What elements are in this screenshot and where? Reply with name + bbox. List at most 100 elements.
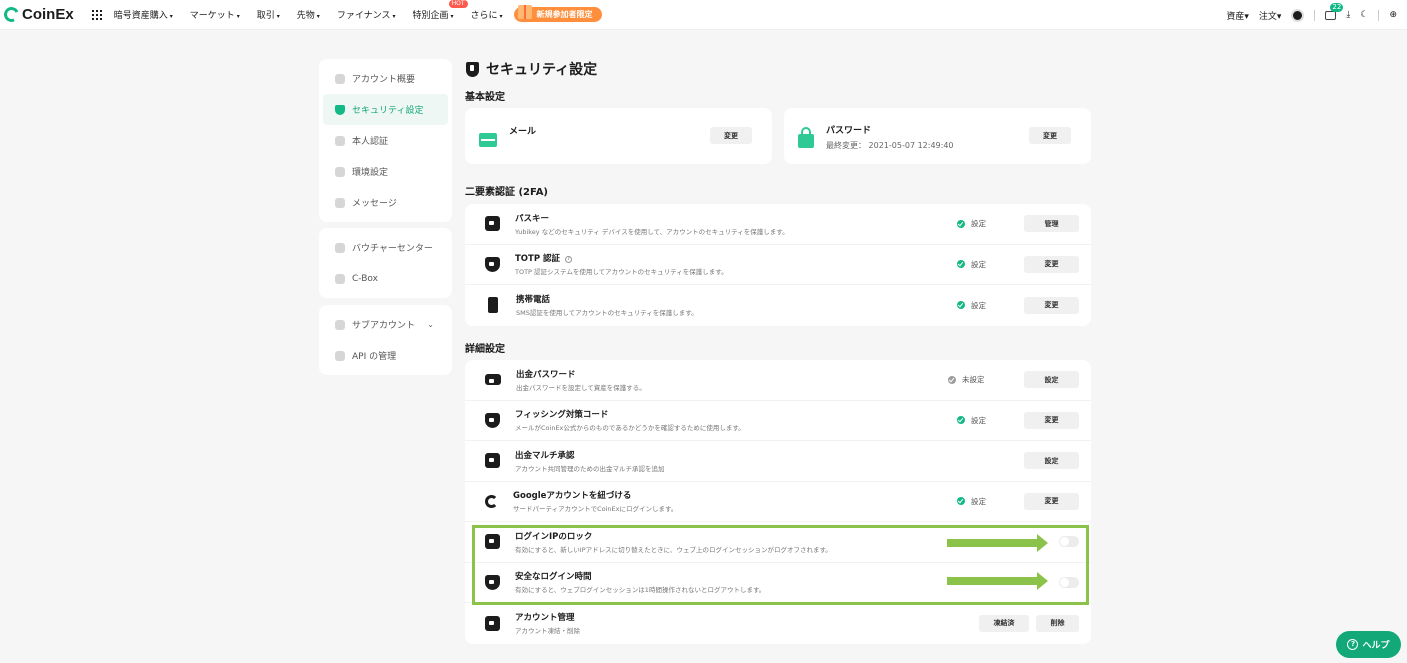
- sidebar-item-security[interactable]: セキュリティ設定: [323, 94, 448, 125]
- check-icon: [957, 301, 965, 310]
- sidebar-item-voucher-center[interactable]: バウチャーセンター: [323, 232, 448, 263]
- document-search-icon: [485, 453, 500, 469]
- nav-market[interactable]: マーケット ▾: [190, 8, 240, 21]
- phone-change-button[interactable]: 変更: [1024, 296, 1079, 314]
- withdraw-password-set-button[interactable]: 設定: [1024, 371, 1079, 389]
- check-icon: [957, 260, 965, 269]
- nav-more[interactable]: さらに ▾: [471, 8, 503, 21]
- password-label: パスワード: [826, 126, 872, 136]
- highlight-box: [472, 525, 1089, 605]
- password-last-changed: 最終変更： 2021-05-07 12:49:40: [826, 141, 954, 150]
- nav-futures[interactable]: 先物 ▾: [297, 8, 320, 21]
- promo-banner[interactable]: 新規参加者限定: [513, 4, 602, 22]
- sidebar-group-account: アカウント概要 セキュリティ設定 本人認証 環境設定 メッセージ: [319, 59, 452, 222]
- voucher-icon: [335, 242, 345, 253]
- passkey-manage-button[interactable]: 管理: [1024, 215, 1079, 233]
- nav-buy-crypto[interactable]: 暗号資産購入 ▾: [114, 8, 173, 21]
- theme-moon-icon[interactable]: ☾: [1360, 10, 1368, 20]
- id-icon: [335, 135, 345, 146]
- chevron-down-icon: ⌄: [427, 320, 434, 329]
- account-user-icon: [485, 615, 500, 631]
- list-item-google-link: Googleアカウントを紐づける サードパーティアカウントでCoinExにログイン…: [465, 482, 1091, 522]
- list-item-phone: 携帯電話 SMS認証を使用してアカウントのセキュリティを保護します。 設定 変更: [465, 285, 1091, 326]
- nav-special[interactable]: 特別企画 ▾ HOT: [412, 0, 468, 21]
- mail-icon: [479, 133, 497, 147]
- sidebar-item-account-overview[interactable]: アカウント概要: [323, 63, 448, 94]
- top-nav: CoinEx 暗号資産購入 ▾ マーケット ▾ 取引 ▾ 先物 ▾ ファイナンス ▾ 特別…: [0, 0, 1407, 30]
- sidebar-item-cbox[interactable]: C-Box: [323, 263, 448, 294]
- nav-finance[interactable]: ファイナンス ▾: [337, 8, 396, 21]
- email-change-button[interactable]: 変更: [710, 127, 752, 144]
- twofa-list: パスキー Yubikey などのセキュリティ デバイスを使用して、アカウントのセキ…: [465, 204, 1091, 326]
- download-icon[interactable]: ⤓: [1346, 10, 1350, 20]
- coinex-logo[interactable]: CoinEx: [1, 4, 74, 25]
- users-icon: [335, 319, 345, 330]
- nav-assets[interactable]: 資産▾: [1226, 9, 1249, 22]
- nav-menu: 暗号資産購入 ▾ マーケット ▾ 取引 ▾ 先物 ▾ ファイナンス ▾ 特別企画 ▾ HOT …: [114, 0, 602, 22]
- sidebar-item-preferences[interactable]: 環境設定: [323, 156, 448, 187]
- nav-right: 資産▾ 注文▾ 22 ⤓ ☾ ⊕: [1226, 0, 1407, 30]
- list-item-anti-phishing: フィッシング対策コード メールがCoinEx公式からのものであるかどうかを確認する…: [465, 401, 1091, 441]
- sidebar-item-messages[interactable]: メッセージ: [323, 187, 448, 218]
- passkey-lock-icon: [485, 216, 500, 232]
- gear-icon: [335, 166, 345, 177]
- google-change-button[interactable]: 変更: [1024, 492, 1079, 510]
- list-item-withdraw-password: 出金パスワード 出金パスワードを設定して資産を保護する。 未設定 設定: [465, 360, 1091, 401]
- message-count-badge: 22: [1330, 2, 1344, 12]
- totp-lock-icon: [485, 256, 500, 272]
- apps-grid-icon[interactable]: [91, 9, 102, 20]
- question-icon: ?: [1347, 639, 1359, 650]
- shield-icon: [335, 104, 345, 115]
- list-item-multi-approval: 出金マルチ承認 アカウント共同管理のための出金マルチ承認を追加 設定: [465, 441, 1091, 482]
- card-icon: [485, 374, 501, 386]
- nav-trade[interactable]: 取引 ▾: [257, 8, 280, 21]
- mail-icon: [335, 197, 345, 208]
- gift-icon: [517, 4, 532, 19]
- password-change-button[interactable]: 変更: [1029, 127, 1071, 144]
- security-shield-icon: [466, 61, 479, 77]
- sidebar-item-subaccount[interactable]: サブアカウント ⌄: [323, 309, 448, 340]
- section-basic-title: 基本設定: [465, 92, 505, 103]
- status-badge: 未設定: [948, 374, 985, 385]
- freeze-account-button[interactable]: 凍結済: [979, 614, 1029, 632]
- sidebar-group-rewards: バウチャーセンター C-Box: [319, 228, 452, 298]
- status-dot-icon: [948, 375, 956, 384]
- phone-icon: [488, 297, 498, 314]
- divider: [1378, 9, 1380, 21]
- arrow-pointer-icon: [947, 572, 1048, 590]
- list-item-passkey: パスキー Yubikey などのセキュリティ デバイスを使用して、アカウントのセキ…: [465, 204, 1091, 245]
- sidebar-group-management: サブアカウント ⌄ API の管理: [319, 305, 452, 375]
- help-button[interactable]: ? ヘルプ: [1336, 631, 1401, 658]
- lock-icon: [798, 127, 814, 148]
- user-icon: [335, 73, 345, 84]
- list-item-totp: TOTP 認証? TOTP 認証システムを使用してアカウントのセキュリティを保護し…: [465, 245, 1091, 285]
- avatar-icon[interactable]: [1291, 8, 1305, 22]
- multi-approval-set-button[interactable]: 設定: [1024, 452, 1079, 470]
- section-2fa-title: 二要素認証 (2FA): [465, 187, 549, 198]
- email-label: メール: [509, 127, 537, 137]
- status-badge: 設定: [957, 300, 986, 311]
- anti-phishing-change-button[interactable]: 変更: [1024, 411, 1079, 429]
- globe-icon[interactable]: ⊕: [1389, 10, 1397, 20]
- arrow-pointer-icon: [947, 534, 1048, 552]
- messages-button[interactable]: 22: [1325, 2, 1344, 20]
- sidebar-item-kyc[interactable]: 本人認証: [323, 125, 448, 156]
- password-card: パスワード 最終変更： 2021-05-07 12:49:40 変更: [784, 108, 1091, 164]
- sidebar-item-api[interactable]: API の管理: [323, 340, 448, 371]
- logo-text: CoinEx: [22, 6, 74, 23]
- message-icon: [1325, 10, 1337, 20]
- google-icon: [485, 494, 498, 508]
- status-badge: 設定: [957, 218, 986, 229]
- page-title: セキュリティ設定: [466, 59, 597, 79]
- nav-orders[interactable]: 注文▾: [1259, 9, 1282, 22]
- check-icon: [957, 416, 965, 425]
- status-badge: 設定: [957, 259, 986, 270]
- delete-account-button[interactable]: 削除: [1036, 614, 1079, 632]
- status-badge: 設定: [957, 415, 986, 426]
- section-advanced-title: 詳細設定: [465, 344, 505, 355]
- totp-change-button[interactable]: 変更: [1024, 255, 1079, 273]
- check-icon: [957, 219, 965, 228]
- email-card: メール 変更: [465, 108, 772, 164]
- shield-icon: [485, 412, 500, 428]
- info-icon[interactable]: ?: [565, 256, 573, 264]
